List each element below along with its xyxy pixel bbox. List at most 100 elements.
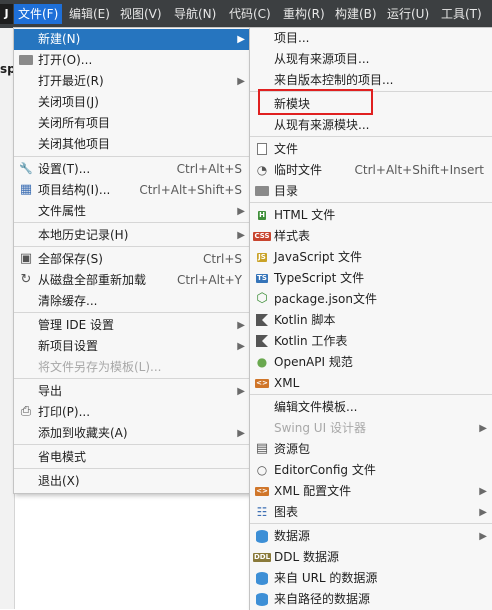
menu-separator xyxy=(14,156,250,157)
new_menu-item-label: 数据源 xyxy=(274,529,311,543)
file_menu-item-12[interactable]: 清除缓存... xyxy=(14,291,250,312)
new_menu-item-8[interactable]: H HTML 文件 xyxy=(250,205,492,226)
new_menu-item-14[interactable]: Kotlin 工作表 xyxy=(250,331,492,352)
file_menu-item-8[interactable]: 文件属性 ▶ xyxy=(14,201,250,222)
kotlin-worksheet-icon xyxy=(255,334,269,348)
new_menu-item-label: 从现有来源模块... xyxy=(274,118,370,132)
new_menu-item-12[interactable]: ⬡ package.json文件 xyxy=(250,289,492,310)
file_menu-item-5[interactable]: 关闭其他项目 xyxy=(14,134,250,155)
main-menubar: J 文件(F) 编辑(E) 视图(V) 导航(N) 代码(C) 重构(R) 构建(B) 运行(… xyxy=(0,0,492,28)
new_menu-item-13[interactable]: Kotlin 脚本 xyxy=(250,310,492,331)
file_menu-item-13[interactable]: 管理 IDE 设置 ▶ xyxy=(14,315,250,336)
new_menu-item-label: 文件 xyxy=(274,142,299,156)
new_menu-item-21[interactable]: <> XML 配置文件 ▶ xyxy=(250,481,492,502)
new_menu-item-5[interactable]: 文件 xyxy=(250,139,492,160)
file_menu-item-label: 导出 xyxy=(38,384,63,398)
file_menu-item-label: 省电模式 xyxy=(38,450,87,464)
new_menu-item-6[interactable]: ◔ 临时文件 Ctrl+Alt+Shift+Insert xyxy=(250,160,492,181)
wrench-icon: 🔧 xyxy=(19,162,33,175)
new_menu-item-label: 来自 URL 的数据源 xyxy=(274,571,378,585)
menubar-item-5[interactable]: 重构(R) xyxy=(279,4,329,24)
chevron-right-icon: ▶ xyxy=(237,34,245,45)
new_menu-item-label: 资源包 xyxy=(274,442,311,456)
new_menu-item-15[interactable]: ● OpenAPI 规范 xyxy=(250,352,492,373)
file_menu-item-18[interactable]: 添加到收藏夹(A) ▶ xyxy=(14,423,250,444)
file_menu-item-20[interactable]: 退出(X) xyxy=(14,471,250,492)
new_menu-item-label: JavaScript 文件 xyxy=(274,250,362,264)
url-datasource-icon xyxy=(255,571,269,585)
file_menu-item-17[interactable]: ⎙ 打印(P)... xyxy=(14,402,250,423)
file_menu-item-label: 打开(O)... xyxy=(38,53,93,67)
menubar-item-0[interactable]: 文件(F) xyxy=(14,4,63,24)
file_menu-item-label: 添加到收藏夹(A) xyxy=(38,426,128,440)
file_menu-item-label: 关闭其他项目 xyxy=(38,137,111,151)
menubar-item-7[interactable]: 运行(U) xyxy=(383,4,433,24)
resource-bundle-icon: ▤ xyxy=(255,441,269,456)
new_menu-item-22[interactable]: ☷ 图表 ▶ xyxy=(250,502,492,523)
new_menu-item-label: 目录 xyxy=(274,184,299,198)
file_menu-item-label: 清除缓存... xyxy=(38,294,98,308)
file_menu-item-10[interactable]: ▣ 全部保存(S) Ctrl+S xyxy=(14,249,250,270)
new_menu-item-19[interactable]: ▤ 资源包 xyxy=(250,439,492,460)
new_menu-item-label: Swing UI 设计器 xyxy=(274,421,366,435)
file_menu-item-19[interactable]: 省电模式 xyxy=(14,447,250,468)
menubar-item-2[interactable]: 视图(V) xyxy=(116,4,166,24)
new_menu-item-10[interactable]: JS JavaScript 文件 xyxy=(250,247,492,268)
editorconfig-icon: ○ xyxy=(256,463,268,477)
file_menu-item-9[interactable]: 本地历史记录(H) ▶ xyxy=(14,225,250,246)
new_menu-item-label: Kotlin 脚本 xyxy=(274,313,336,327)
kotlin-script-icon xyxy=(255,313,269,327)
new_menu-item-17[interactable]: 编辑文件模板... xyxy=(250,397,492,418)
file_menu-item-4[interactable]: 关闭所有项目 xyxy=(14,113,250,134)
new_menu-item-label: 样式表 xyxy=(274,229,311,243)
new_menu-item-4[interactable]: 从现有来源模块... xyxy=(250,115,492,136)
file_menu-item-7[interactable]: ▦ 项目结构(I)... Ctrl+Alt+Shift+S xyxy=(14,180,250,201)
menu-separator xyxy=(250,523,492,524)
menu-separator xyxy=(14,378,250,379)
new_menu-item-25[interactable]: 来自 URL 的数据源 xyxy=(250,568,492,589)
datasource-icon xyxy=(255,529,269,543)
menubar-item-6[interactable]: 构建(B) xyxy=(331,4,381,24)
new_menu-item-2[interactable]: 来自版本控制的项目... xyxy=(250,70,492,91)
new_menu-item-1[interactable]: 从现有来源项目... xyxy=(250,49,492,70)
file_menu-item-11[interactable]: ↻ 从磁盘全部重新加载 Ctrl+Alt+Y xyxy=(14,270,250,291)
file_menu-item-14[interactable]: 新项目设置 ▶ xyxy=(14,336,250,357)
new_menu-item-24[interactable]: DDL DDL 数据源 xyxy=(250,547,492,568)
new_menu-item-0[interactable]: 项目... xyxy=(250,28,492,49)
new_menu-item-11[interactable]: TS TypeScript 文件 xyxy=(250,268,492,289)
new_menu-item-label: 临时文件 xyxy=(274,163,323,177)
menubar-item-4[interactable]: 代码(C) xyxy=(225,4,275,24)
chevron-right-icon: ▶ xyxy=(479,486,487,497)
menubar-item-1[interactable]: 编辑(E) xyxy=(65,4,114,24)
file_menu-item-2[interactable]: 打开最近(R) ▶ xyxy=(14,71,250,92)
file_menu-item-6[interactable]: 🔧 设置(T)... Ctrl+Alt+S xyxy=(14,159,250,180)
new_menu-item-label: 来自版本控制的项目... xyxy=(274,73,394,87)
new_menu-item-16[interactable]: <> XML xyxy=(250,373,492,394)
diagram-icon: ☷ xyxy=(256,505,268,519)
chevron-right-icon: ▶ xyxy=(237,386,245,397)
new_menu-item-20[interactable]: ○ EditorConfig 文件 xyxy=(250,460,492,481)
shortcut-text: Ctrl+Alt+Shift+S xyxy=(139,183,242,197)
new_menu-item-23[interactable]: 数据源 ▶ xyxy=(250,526,492,547)
file_menu-item-1[interactable]: 打开(O)... xyxy=(14,50,250,71)
chevron-right-icon: ▶ xyxy=(479,507,487,518)
new_menu-item-7[interactable]: 目录 xyxy=(250,181,492,202)
menubar-item-3[interactable]: 导航(N) xyxy=(170,4,220,24)
scratch-file-icon: ◔ xyxy=(256,163,268,177)
print-icon: ⎙ xyxy=(20,404,32,419)
file_menu-item-3[interactable]: 关闭项目(J) xyxy=(14,92,250,113)
new_menu-item-18: Swing UI 设计器 ▶ xyxy=(250,418,492,439)
file-menu: 新建(N) ▶ 打开(O)... 打开最近(R) ▶ 关闭项目(J) 关闭所有项目关闭其他项… xyxy=(13,27,251,494)
new_menu-item-label: 来自路径的数据源 xyxy=(274,592,371,606)
new_menu-item-9[interactable]: CSS 样式表 xyxy=(250,226,492,247)
chevron-right-icon: ▶ xyxy=(237,206,245,217)
chevron-right-icon: ▶ xyxy=(479,531,487,542)
file_menu-item-0[interactable]: 新建(N) ▶ xyxy=(14,29,250,50)
shortcut-text: Ctrl+Alt+Shift+Insert xyxy=(354,163,484,177)
new_menu-item-26[interactable]: 来自路径的数据源 xyxy=(250,589,492,610)
project-structure-icon: ▦ xyxy=(19,182,33,197)
menubar-item-8[interactable]: 工具(T) xyxy=(437,4,486,24)
file_menu-item-16[interactable]: 导出 ▶ xyxy=(14,381,250,402)
new_menu-item-label: DDL 数据源 xyxy=(274,550,339,564)
file_menu-item-label: 本地历史记录(H) xyxy=(38,228,129,242)
